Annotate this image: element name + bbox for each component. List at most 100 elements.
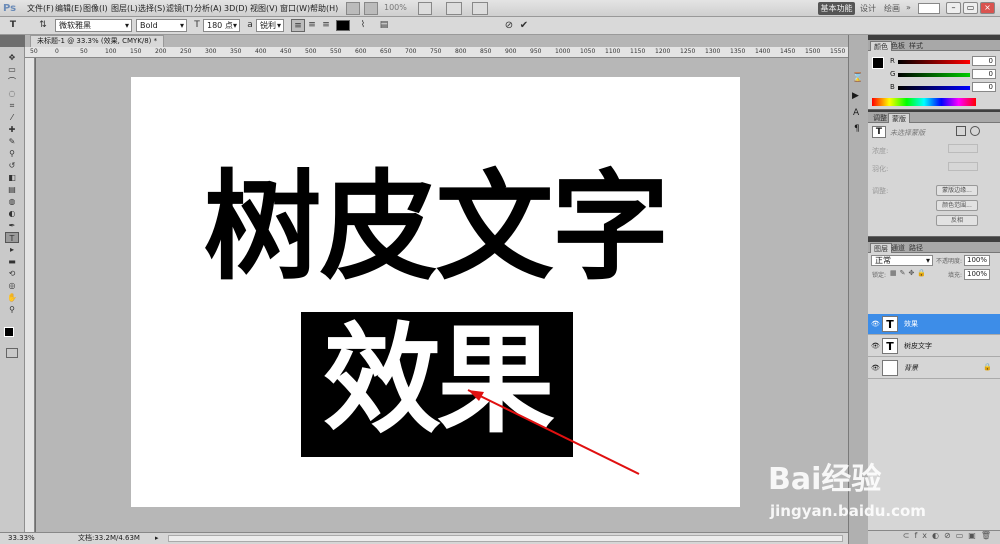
canvas-area[interactable]: 树皮文字 效果 xyxy=(36,58,848,532)
tab-channels[interactable]: 通道 xyxy=(888,243,908,253)
crop-tool-icon[interactable]: ⌗ xyxy=(5,100,19,111)
clone-stamp-tool-icon[interactable]: ⚲ xyxy=(5,148,19,159)
green-value[interactable]: 0 xyxy=(972,69,996,79)
type-tool-icon[interactable]: T xyxy=(5,232,19,243)
status-zoom[interactable]: 33.33% xyxy=(8,533,35,544)
workspace-essentials-button[interactable]: 基本功能 xyxy=(818,2,855,15)
layer-row[interactable]: 🔒 👁 背景 xyxy=(868,358,1000,379)
menu-item-5[interactable]: 滤镜(T) xyxy=(166,3,193,14)
vector-mask-icon[interactable] xyxy=(970,126,980,136)
type-tool-preset-icon[interactable]: T xyxy=(6,19,20,32)
close-icon[interactable]: × xyxy=(980,2,995,14)
align-right-icon[interactable]: ≡ xyxy=(319,19,333,32)
menu-item-6[interactable]: 分析(A) xyxy=(194,3,222,14)
layer-row[interactable]: 👁 T 效果 xyxy=(868,314,1000,335)
foreground-color-swatch[interactable] xyxy=(872,57,884,69)
arrange-documents-icon[interactable] xyxy=(446,2,462,15)
marquee-tool-icon[interactable]: ▭ xyxy=(5,64,19,75)
dodge-tool-icon[interactable]: ◐ xyxy=(5,208,19,219)
density-field[interactable] xyxy=(948,144,978,153)
eye-icon[interactable]: 👁 xyxy=(871,320,880,328)
menu-item-0[interactable]: 文件(F) xyxy=(27,3,54,14)
3d-rotate-tool-icon[interactable]: ⟲ xyxy=(5,268,19,279)
text-color-swatch[interactable] xyxy=(336,20,350,31)
warp-text-icon[interactable]: ⌇ xyxy=(356,19,370,32)
pen-tool-icon[interactable]: ✒ xyxy=(5,220,19,231)
history-brush-tool-icon[interactable]: ↺ xyxy=(5,160,19,171)
fill-field[interactable]: 100% xyxy=(964,269,990,280)
workspace-design-link[interactable]: 设计 xyxy=(860,3,876,14)
tab-adjustments[interactable]: 调整 xyxy=(870,113,890,123)
character-panel-icon[interactable]: ▤ xyxy=(377,19,391,32)
pixel-mask-icon[interactable] xyxy=(956,126,966,136)
blur-tool-icon[interactable]: ◍ xyxy=(5,196,19,207)
menu-item-2[interactable]: 图像(I) xyxy=(83,3,108,14)
red-value[interactable]: 0 xyxy=(972,56,996,66)
workspace-search-box[interactable] xyxy=(918,3,940,14)
document-tab[interactable]: 未标题-1 @ 33.3% (效果, CMYK/8) * xyxy=(30,35,165,47)
minibridge-icon[interactable] xyxy=(364,2,378,15)
brush-tool-icon[interactable]: ✎ xyxy=(5,136,19,147)
antialias-select[interactable]: 锐利 xyxy=(256,19,284,32)
foreground-color-swatch[interactable] xyxy=(4,327,14,337)
blend-mode-select[interactable]: 正常 xyxy=(871,255,933,266)
actions-panel-icon[interactable]: ▶ xyxy=(852,91,859,101)
spot-heal-tool-icon[interactable]: ✚ xyxy=(5,124,19,135)
gradient-tool-icon[interactable]: ▤ xyxy=(5,184,19,195)
screen-mode-icon[interactable] xyxy=(472,2,488,15)
blue-value[interactable]: 0 xyxy=(972,82,996,92)
restore-icon[interactable]: ▭ xyxy=(963,2,978,14)
zoom-level-menu[interactable]: 100% xyxy=(384,3,407,12)
menu-item-8[interactable]: 视图(V) xyxy=(250,3,278,14)
horizontal-scrollbar[interactable] xyxy=(168,535,843,542)
quick-select-tool-icon[interactable]: ◌ xyxy=(5,88,19,99)
eraser-tool-icon[interactable]: ◧ xyxy=(5,172,19,183)
align-left-icon[interactable]: ≡ xyxy=(291,19,305,32)
align-center-icon[interactable]: ≡ xyxy=(305,19,319,32)
menu-item-7[interactable]: 3D(D) xyxy=(224,3,248,14)
color-spectrum-ramp[interactable] xyxy=(872,98,976,106)
tab-swatches[interactable]: 色板 xyxy=(888,41,908,51)
3d-orbit-tool-icon[interactable]: ◎ xyxy=(5,280,19,291)
invert-button[interactable]: 反相 xyxy=(936,215,978,226)
eyedropper-tool-icon[interactable]: ⁄ xyxy=(5,112,19,123)
quick-mask-icon[interactable] xyxy=(6,348,18,358)
tab-styles[interactable]: 样式 xyxy=(906,41,926,51)
path-select-tool-icon[interactable]: ▸ xyxy=(5,244,19,255)
paragraph-panel-icon[interactable]: ¶ xyxy=(854,124,860,134)
hand-tool-icon[interactable]: ✋ xyxy=(5,292,19,303)
hand-tool-menu-icon[interactable] xyxy=(418,2,432,15)
font-style-select[interactable]: Bold xyxy=(136,19,187,32)
opacity-field[interactable]: 100% xyxy=(964,255,990,266)
commit-edit-icon[interactable]: ✔ xyxy=(517,19,531,32)
menu-item-10[interactable]: 帮助(H) xyxy=(310,3,338,14)
layer-name[interactable]: 效果 xyxy=(904,319,918,329)
character-panel-icon[interactable]: A xyxy=(853,108,859,118)
shape-tool-icon[interactable]: ▬ xyxy=(5,256,19,267)
blue-slider[interactable]: B 0 xyxy=(890,82,998,92)
eye-icon[interactable]: 👁 xyxy=(871,364,880,372)
layer-name[interactable]: 树皮文字 xyxy=(904,341,932,351)
feather-field[interactable] xyxy=(948,162,978,171)
layer-row[interactable]: 👁 T 树皮文字 xyxy=(868,336,1000,357)
bridge-icon[interactable] xyxy=(346,2,360,15)
eye-icon[interactable]: 👁 xyxy=(871,342,880,350)
layers-footer-icons[interactable]: ⊂fx◐⊘▭▣🗑 xyxy=(868,530,1000,544)
tab-paths[interactable]: 路径 xyxy=(906,243,926,253)
minimize-icon[interactable]: – xyxy=(946,2,961,14)
toggle-text-orientation-icon[interactable]: ⇅ xyxy=(36,19,50,32)
history-panel-icon[interactable]: ⌛ xyxy=(852,73,863,83)
font-family-select[interactable]: 微软雅黑 xyxy=(55,19,132,32)
green-slider[interactable]: G 0 xyxy=(890,69,998,79)
cancel-edit-icon[interactable]: ⊘ xyxy=(502,19,516,32)
move-tool-icon[interactable]: ✥ xyxy=(5,52,19,63)
lasso-tool-icon[interactable]: ⌒ xyxy=(5,76,19,87)
workspace-more-icon[interactable]: » xyxy=(906,3,911,12)
menu-item-3[interactable]: 图层(L) xyxy=(111,3,138,14)
layer-name[interactable]: 背景 xyxy=(904,363,918,373)
mask-edge-button[interactable]: 蒙版边缘... xyxy=(936,185,978,196)
menu-item-9[interactable]: 窗口(W) xyxy=(280,3,310,14)
tab-masks[interactable]: 蒙版 xyxy=(888,113,910,123)
zoom-tool-icon[interactable]: ⚲ xyxy=(5,304,19,315)
menu-item-1[interactable]: 编辑(E) xyxy=(55,3,82,14)
